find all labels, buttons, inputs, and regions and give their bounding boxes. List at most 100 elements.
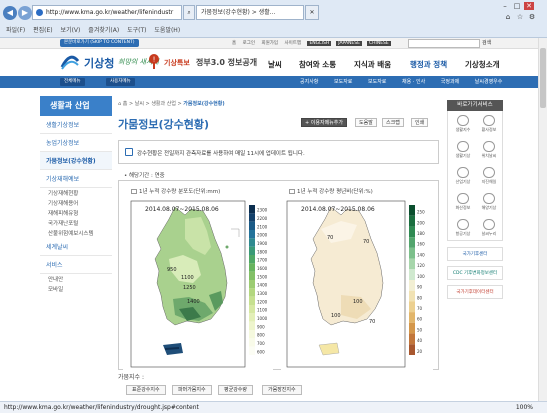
site-logo-text[interactable]: 기상청 [84, 55, 114, 71]
precip-map[interactable]: 2014.08.07~2015.08.06 950 1100 1250 1400… [123, 199, 273, 371]
sub-link-press2[interactable]: 보도자료 [368, 79, 386, 85]
sidebar-item-agri[interactable]: 농업기상정보 [40, 134, 112, 152]
contour-label: 1400 [187, 299, 200, 305]
sidebar-sub-2[interactable]: 기상재해용어 [40, 198, 112, 208]
scroll-thumb[interactable] [540, 48, 546, 108]
sidebar-sub-mobile[interactable]: 모바일 [40, 284, 112, 294]
sub-link-recruit[interactable]: 채용 · 인사 [402, 79, 425, 85]
gnb-participation[interactable]: 참여와 소통 [299, 59, 336, 70]
menu-bar: 파일(F) 편집(E) 보기(V) 즐겨찾기(A) 도구(T) 도움말(H) [0, 24, 547, 37]
lang-english[interactable]: ENGLISH [307, 41, 332, 46]
map2-date: 2014.08.07~2015.08.06 [301, 206, 375, 213]
tab-active[interactable]: 가뭄정보(강수현황) > 생활... [196, 5, 304, 20]
gov30-link[interactable]: 정부3.0 정보공개 [196, 57, 257, 68]
address-bar[interactable]: http://www.kma.go.kr/weather/lifenindust… [32, 5, 182, 20]
sub-link-agenda[interactable]: 국정과제 [441, 79, 459, 85]
rail-item-3[interactable]: 생활기상 [451, 139, 475, 163]
forward-icon[interactable]: ▶ [18, 6, 32, 20]
sidebar-item-world[interactable]: 세계날씨 [40, 238, 112, 256]
sidebar-item-disaster[interactable]: 기상재해예보 [40, 170, 112, 188]
sidebar-item-life[interactable]: 생활기상정보 [40, 116, 112, 134]
ratio-map[interactable]: 2014.08.07~2015.08.06 70 70 100 100 70 2… [281, 199, 433, 371]
menu-edit[interactable]: 편집(E) [33, 27, 53, 34]
legend-swatch [249, 271, 255, 280]
lang-japanese[interactable]: JAPANESE [336, 41, 362, 46]
rail-item-2[interactable]: 황사정보 [477, 113, 501, 137]
legend-label: 1000 [257, 316, 268, 321]
gnb-knowledge[interactable]: 지식과 배움 [354, 59, 391, 70]
breadcrumb-item[interactable]: 날씨 [135, 101, 144, 107]
rail-item-8[interactable]: 해양기상 [477, 191, 501, 215]
lang-chinese[interactable]: CHINESE [366, 41, 391, 46]
sidebar-sub-5[interactable]: 산불위험예보시스템 [40, 228, 112, 238]
sidebar-item-drought[interactable]: 가뭄정보(강수현황) [40, 152, 112, 170]
sub-link-notice[interactable]: 공지사항 [300, 79, 318, 85]
gnb-weather[interactable]: 날씨 [268, 59, 282, 70]
address-actions[interactable]: ⌕ [183, 5, 195, 20]
legend-swatch [409, 290, 415, 302]
site-search-button[interactable]: 검색 [482, 39, 491, 46]
print-button[interactable]: 인쇄 [411, 118, 429, 127]
sub-link-award[interactable]: 날씨경영우수 [475, 79, 503, 85]
banner-climate-center[interactable]: 국가기후센터 [447, 247, 503, 261]
help-button[interactable]: 도움말 [355, 118, 377, 127]
vertical-scrollbar[interactable] [538, 38, 547, 401]
sidebar-sub-1[interactable]: 기상재해현황 [40, 188, 112, 198]
minimize-icon[interactable]: – [500, 2, 510, 10]
menu-view[interactable]: 보기(V) [61, 27, 81, 34]
gnb-about[interactable]: 기상청소개 [465, 59, 500, 70]
gear-icon[interactable]: ⚙ [527, 13, 537, 21]
top-link-login[interactable]: 로그인 [243, 41, 255, 46]
tab-drought-period[interactable]: 가뭄장진지수 [262, 385, 302, 395]
menu-favorites[interactable]: 즐겨찾기(A) [88, 27, 119, 34]
add-user-menu-button[interactable]: + 이용자메뉴추가 [301, 118, 347, 127]
close-icon[interactable]: ✕ [524, 2, 534, 10]
tab-avg-precip[interactable]: 평균강수량 [218, 385, 254, 395]
banner-cdc[interactable]: CDC 기후변화정보센터 [447, 266, 503, 280]
gnb-policy[interactable]: 행정과 정책 [410, 59, 447, 70]
tab-pdsi[interactable]: 파머가뭄지수 [172, 385, 212, 395]
menu-help[interactable]: 도움말(H) [154, 27, 180, 34]
sub-link-press[interactable]: 보도자료 [334, 79, 352, 85]
skip-link[interactable]: 본문바로가기 (SKIP TO CONTENT) [60, 39, 139, 47]
kma-logo-icon[interactable] [60, 53, 80, 71]
banner-climate-data[interactable]: 국가기후데이터센터 [447, 285, 503, 299]
legend-swatch [409, 215, 415, 227]
favorites-icon[interactable]: ☆ [515, 13, 525, 21]
alert-icon[interactable]: ! [148, 53, 160, 69]
top-link-home[interactable]: 홈 [232, 41, 236, 46]
all-menu-button[interactable]: 전체메뉴 [60, 78, 85, 86]
top-link-join[interactable]: 회원가입 [261, 41, 278, 46]
legend-swatch [249, 246, 255, 255]
top-link-sitemap[interactable]: 사이트맵 [284, 41, 301, 46]
user-menu-button[interactable]: 사용자메뉴 [106, 78, 135, 86]
rail-item-4[interactable]: 위치날씨 [477, 139, 501, 163]
rail-item-9[interactable]: 항공기상 [451, 217, 475, 241]
breadcrumb-item[interactable]: 홈 [123, 101, 128, 107]
sidebar-sub-3[interactable]: 재해피해유형 [40, 208, 112, 218]
home-icon[interactable]: ⌂ [503, 13, 513, 21]
alert-link[interactable]: 기상특보 [164, 58, 190, 68]
sidebar-sub-guide[interactable]: 안내안 [40, 274, 112, 284]
legend-label: 2100 [257, 224, 268, 229]
scrap-button[interactable]: 스크랩 [382, 118, 404, 127]
notice-box: 강수현황은 전일까지 관측자료를 사용하여 매일 11시에 업데이트 됩니다. [118, 140, 439, 164]
new-tab-button[interactable]: ✕ [305, 5, 319, 20]
sidebar-sub-4[interactable]: 국가재난포털 [40, 218, 112, 228]
map1-date: 2014.08.07~2015.08.06 [145, 206, 219, 213]
maximize-icon[interactable]: □ [512, 2, 522, 10]
menu-file[interactable]: 파일(F) [6, 27, 25, 34]
rail-item-5[interactable]: 산업기상 [451, 165, 475, 189]
breadcrumb-item[interactable]: 생활과 산업 [151, 101, 176, 107]
back-icon[interactable]: ◀ [3, 6, 17, 20]
browser-window: ◀ ▶ http://www.kma.go.kr/weather/lifenin… [0, 0, 547, 413]
sidebar-item-service[interactable]: 서비스 [40, 256, 112, 274]
zoom-level[interactable]: 100% [516, 402, 533, 413]
menu-tools[interactable]: 도구(T) [127, 27, 146, 34]
rail-item-1[interactable]: 생활지수 [451, 113, 475, 137]
rail-item-10[interactable]: 날씨누리 [477, 217, 501, 241]
site-search-input[interactable] [408, 39, 480, 48]
rail-item-6[interactable]: 지진해일 [477, 165, 501, 189]
tab-spi[interactable]: 표준강수지수 [126, 385, 166, 395]
rail-item-7[interactable]: 화산정보 [451, 191, 475, 215]
